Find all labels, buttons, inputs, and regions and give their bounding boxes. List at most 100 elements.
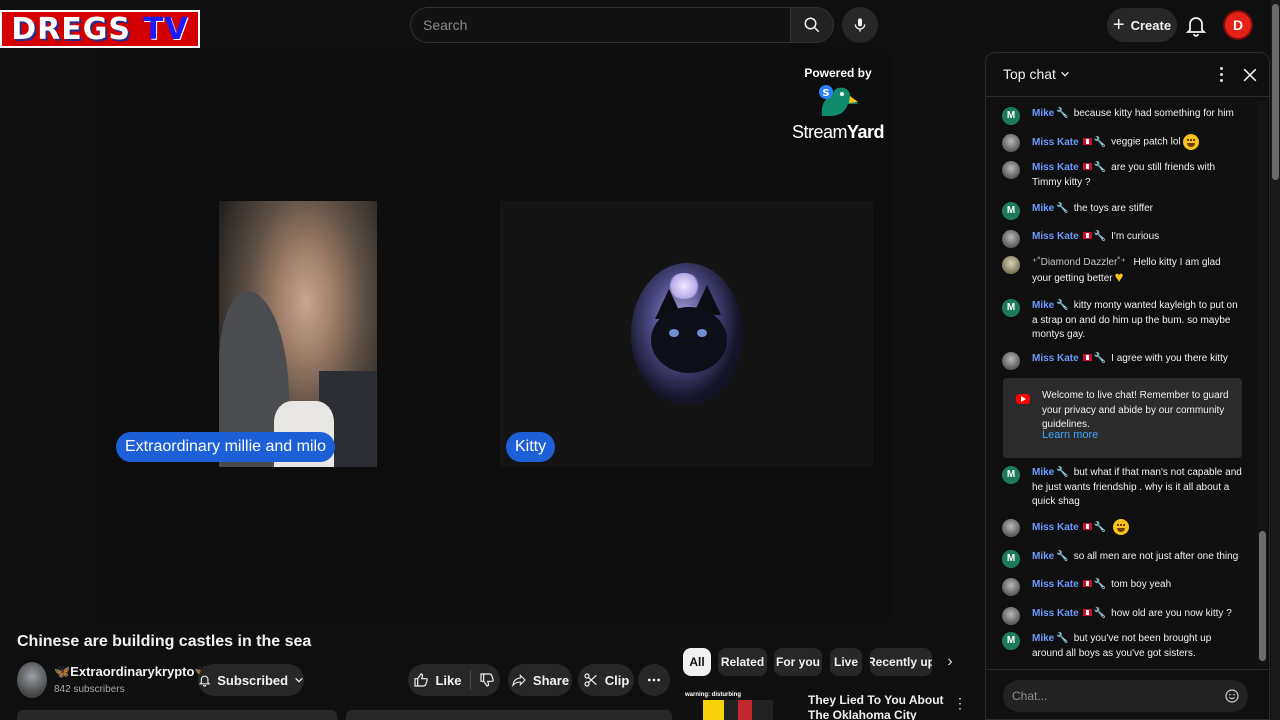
chat-message[interactable]: Miss Kate 🔧 are you still friends with Tim… [1002, 161, 1242, 190]
video-title: Chinese are building castles in the sea [17, 633, 312, 650]
comments-panel[interactable] [346, 710, 672, 720]
participant-2-cat-eye-right [697, 329, 707, 337]
channel-avatar[interactable] [17, 662, 47, 698]
chip-related[interactable]: Related [718, 648, 767, 676]
subscribed-label: Subscribed [217, 672, 289, 688]
chat-message[interactable]: Miss Kate 🔧 I agree with you there kitty [1002, 352, 1242, 370]
voice-search-button[interactable] [842, 7, 878, 43]
page-scrollbar[interactable] [1271, 0, 1280, 720]
canada-flag-icon [1082, 608, 1092, 616]
like-button[interactable]: Like [413, 672, 462, 688]
notifications-bell-icon[interactable] [1184, 13, 1208, 37]
streamyard-branding: Powered by S StreamYard [786, 66, 890, 143]
chat-message[interactable]: Miss Kate 🔧 veggie patch lol [1002, 134, 1242, 152]
chat-more-options-icon[interactable] [1214, 63, 1228, 85]
chat-text: I agree with you there kitty [1111, 353, 1228, 364]
recommended-video-thumbnail[interactable]: warning: disturbing [683, 690, 801, 720]
chat-message[interactable]: ⁺˚Diamond Dazzler˚⁺ Hello kitty I am gla… [1002, 256, 1242, 286]
moderator-wrench-icon: 🔧 [1093, 231, 1107, 242]
participant-1-name-tag: Extraordinary millie and milo [116, 432, 335, 462]
share-button[interactable]: Share [508, 664, 572, 696]
clip-label: Clip [604, 672, 630, 688]
chat-header: Top chat [986, 53, 1269, 97]
search-input[interactable]: Search [410, 7, 790, 43]
chat-message[interactable]: M Mike 🔧 the toys are stiffer [1002, 202, 1242, 220]
search-button[interactable] [790, 7, 834, 43]
thumbs-down-icon[interactable] [479, 672, 495, 688]
top-chat-dropdown[interactable]: Top chat [1003, 66, 1070, 82]
top-header: DREGS TV Search + Create D [0, 0, 1280, 50]
page-scrollbar-thumb[interactable] [1272, 4, 1279, 180]
welcome-banner: Welcome to live chat! Remember to guard … [1003, 378, 1242, 458]
canada-flag-icon [1082, 231, 1092, 239]
chat-message[interactable]: M Mike 🔧 kitty monty wanted kayleigh to pu… [1002, 299, 1242, 343]
chip-for-you[interactable]: For you [774, 648, 822, 676]
more-horizontal-icon [648, 678, 660, 682]
chat-scrollbar-thumb[interactable] [1259, 531, 1266, 661]
chat-scrollbar[interactable] [1258, 101, 1267, 667]
chat-author: Mike [1032, 300, 1055, 311]
svg-text:S: S [822, 88, 829, 99]
chip-all[interactable]: All [683, 648, 711, 676]
chat-author: Miss Kate [1032, 136, 1079, 148]
recommended-video-title[interactable]: They Lied To You About The Oklahoma City… [808, 693, 948, 720]
moderator-wrench-icon: 🔧 [1093, 579, 1107, 590]
brand-stream: Stream [791, 122, 848, 142]
bell-icon [198, 675, 211, 687]
share-label: Share [532, 672, 570, 688]
more-vertical-icon[interactable]: ⋮ [953, 695, 967, 712]
chevron-right-icon[interactable]: › [940, 652, 960, 672]
chat-message[interactable]: Miss Kate 🔧 I'm curious [1002, 230, 1242, 248]
moderator-wrench-icon: 🔧 [1093, 136, 1107, 148]
chevron-down-icon [295, 677, 303, 683]
participant-2-cat-head [651, 307, 727, 373]
logo-word-2: TV [143, 11, 189, 47]
subscribed-button[interactable]: Subscribed [198, 664, 304, 696]
chat-avatar: M [1002, 550, 1020, 568]
more-actions-button[interactable] [638, 664, 670, 696]
chat-message[interactable]: Miss Kate 🔧 how old are you now kitty ? [1002, 607, 1242, 625]
chat-message[interactable]: M Mike 🔧 because kitty had something for h… [1002, 107, 1242, 125]
chat-input[interactable]: Chat... [1003, 680, 1248, 712]
participant-video-2 [500, 201, 873, 467]
chat-text: veggie patch lol [1111, 136, 1181, 148]
description-panel[interactable] [17, 710, 337, 720]
yellow-heart-icon: ♥ [1114, 268, 1124, 286]
share-icon [512, 674, 526, 688]
brand-yard: Yard [847, 122, 885, 142]
clip-button[interactable]: Clip [578, 664, 634, 696]
chat-author: Miss Kate [1032, 608, 1079, 619]
create-label: Create [1130, 17, 1172, 33]
close-icon[interactable] [1240, 65, 1260, 85]
participant-video-1 [219, 201, 377, 467]
search-placeholder: Search [423, 17, 468, 33]
chat-author: Mike [1032, 633, 1055, 644]
chat-message[interactable]: M Mike 🔧 but what if that man's not capabl… [1002, 466, 1242, 510]
video-player[interactable]: Powered by S StreamYard Extraordinary mi… [96, 50, 890, 618]
chat-avatar [1002, 230, 1020, 248]
emoji-picker-icon[interactable] [1224, 688, 1240, 704]
chip-live[interactable]: Live [830, 648, 862, 676]
chat-input-area: Chat... [986, 669, 1269, 719]
search-icon [804, 17, 820, 33]
chevron-down-icon [1061, 71, 1069, 77]
learn-more-link[interactable]: Learn more [1042, 429, 1098, 441]
chat-message[interactable]: M Mike 🔧 but you've not been brought up ar… [1002, 632, 1242, 661]
chat-message[interactable]: Miss Kate 🔧 tom boy yeah [1002, 578, 1242, 596]
chat-message[interactable]: Miss Kate 🔧 [1002, 519, 1242, 537]
moderator-wrench-icon: 🔧 [1093, 353, 1107, 364]
moderator-wrench-icon: 🔧 [1093, 521, 1107, 533]
chat-avatar: M [1002, 466, 1020, 484]
chip-recently-uploaded[interactable]: Recently up [870, 648, 932, 676]
chat-author: Miss Kate [1032, 521, 1079, 533]
create-button[interactable]: + Create [1107, 8, 1177, 42]
chat-message[interactable]: M Mike 🔧 so all men are not just after one… [1002, 550, 1242, 568]
thumbnail-art [703, 700, 773, 720]
participant-2-cat-eye-left [669, 329, 679, 337]
chat-input-placeholder: Chat... [1012, 689, 1048, 703]
moderator-wrench-icon: 🔧 [1056, 300, 1069, 311]
grimacing-emoji-icon [1113, 519, 1130, 535]
user-avatar[interactable]: D [1225, 12, 1251, 38]
participant-2-avatar [631, 263, 743, 405]
channel-name[interactable]: 🦋Extraordinarykrypto🦋 [54, 664, 211, 680]
